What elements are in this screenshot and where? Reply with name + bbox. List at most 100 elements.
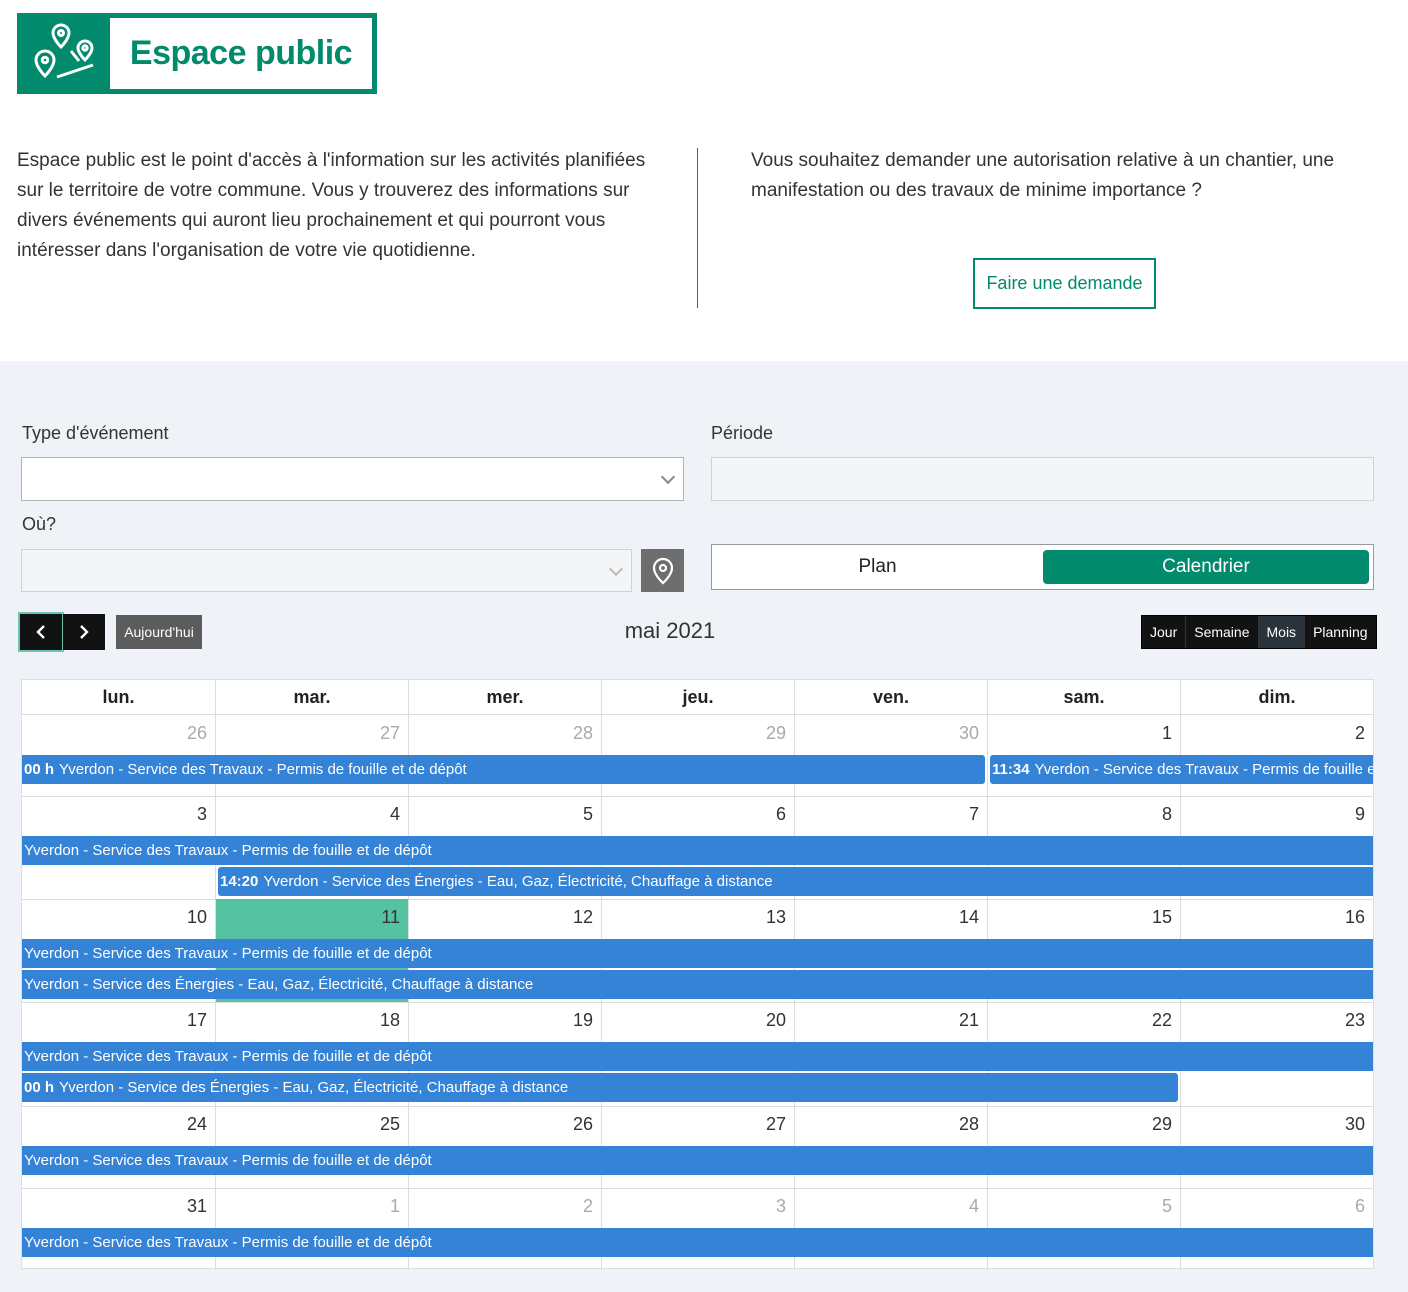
day-number[interactable]: 7 <box>799 804 979 825</box>
day-number[interactable]: 28 <box>799 1114 979 1135</box>
day-number[interactable]: 26 <box>27 723 207 744</box>
event-title: Yverdon - Service des Travaux - Permis d… <box>24 1234 432 1251</box>
event-title: Yverdon - Service des Travaux - Permis d… <box>59 761 467 778</box>
period-field[interactable] <box>711 457 1374 501</box>
weekday-header-cell: sam. <box>987 680 1180 715</box>
view-switcher: Jour Semaine Mois Planning <box>1141 615 1377 649</box>
day-number[interactable]: 19 <box>413 1010 593 1031</box>
tab-plan[interactable]: Plan <box>712 545 1043 589</box>
day-number[interactable]: 20 <box>606 1010 786 1031</box>
calendar-event[interactable]: Yverdon - Service des Travaux - Permis d… <box>22 939 1373 968</box>
calendar-event[interactable]: Yverdon - Service des Travaux - Permis d… <box>22 1042 1373 1071</box>
weekday-header-cell: ven. <box>794 680 987 715</box>
event-title: Yverdon - Service des Travaux - Permis d… <box>24 1048 432 1065</box>
event-type-label: Type d'événement <box>22 423 169 443</box>
prev-month-button[interactable] <box>18 612 64 652</box>
where-select[interactable] <box>21 549 632 592</box>
event-title: Yverdon - Service des Énergies - Eau, Ga… <box>59 1079 569 1096</box>
day-number[interactable]: 1 <box>992 723 1172 744</box>
day-number[interactable]: 24 <box>27 1114 207 1135</box>
day-number[interactable]: 27 <box>606 1114 786 1135</box>
day-number[interactable]: 22 <box>992 1010 1172 1031</box>
event-time: 00 h <box>24 1079 55 1096</box>
day-number[interactable]: 25 <box>220 1114 400 1135</box>
logo-title-box: Espace public <box>110 18 372 89</box>
event-type-select[interactable] <box>21 457 684 501</box>
view-planning-button[interactable]: Planning <box>1304 616 1376 648</box>
location-pin-icon <box>652 557 673 584</box>
event-title: Yverdon - Service des Travaux - Permis d… <box>24 945 432 962</box>
calendar-event[interactable]: Yverdon - Service des Travaux - Permis d… <box>22 1146 1373 1175</box>
day-number[interactable]: 5 <box>992 1196 1172 1217</box>
day-number[interactable]: 30 <box>1185 1114 1365 1135</box>
request-prompt: Vous souhaitez demander une autorisation… <box>751 150 1335 201</box>
weekday-header-cell: mar. <box>215 680 408 715</box>
day-number[interactable]: 29 <box>992 1114 1172 1135</box>
day-number[interactable]: 5 <box>413 804 593 825</box>
day-number[interactable]: 21 <box>799 1010 979 1031</box>
chevron-left-icon <box>36 625 45 639</box>
calendar-event[interactable]: 14:20 Yverdon - Service des Énergies - Ea… <box>218 867 1373 896</box>
day-number[interactable]: 4 <box>220 804 400 825</box>
day-number[interactable]: 12 <box>413 907 593 928</box>
day-number[interactable]: 26 <box>413 1114 593 1135</box>
location-button[interactable] <box>641 549 684 592</box>
calendar-event[interactable]: 11:34 Yverdon - Service des Travaux - Per… <box>990 755 1373 784</box>
day-number[interactable]: 18 <box>220 1010 400 1031</box>
next-month-button[interactable] <box>63 614 105 650</box>
event-title: Yverdon - Service des Énergies - Eau, Ga… <box>24 976 534 993</box>
day-number[interactable]: 27 <box>220 723 400 744</box>
day-number[interactable]: 3 <box>27 804 207 825</box>
calendar-event[interactable]: 00 h Yverdon - Service des Énergies - Eau… <box>22 1073 1178 1102</box>
today-button[interactable]: Aujourd'hui <box>116 615 202 649</box>
day-number[interactable]: 2 <box>413 1196 593 1217</box>
calendar-event[interactable]: 00 h Yverdon - Service des Travaux - Perm… <box>22 755 985 784</box>
day-number[interactable]: 16 <box>1185 907 1365 928</box>
grid-line <box>22 1002 1373 1003</box>
intro-divider <box>697 148 698 308</box>
site-logo[interactable]: Espace public <box>17 13 377 94</box>
event-time: 14:20 <box>220 873 259 890</box>
day-number[interactable]: 30 <box>799 723 979 744</box>
weekday-header-cell: lun. <box>102 687 135 707</box>
event-title: Yverdon - Service des Énergies - Eau, Ga… <box>263 873 773 890</box>
day-number[interactable]: 11 <box>220 907 400 928</box>
event-time: 11:34 <box>992 761 1030 778</box>
day-number[interactable]: 14 <box>799 907 979 928</box>
event-time: 00 h <box>24 761 55 778</box>
calendar-event[interactable]: Yverdon - Service des Énergies - Eau, Ga… <box>22 970 1373 999</box>
day-number[interactable]: 29 <box>606 723 786 744</box>
weekday-header-cell: jeu. <box>601 680 794 715</box>
event-title: Yverdon - Service des Travaux - Permis d… <box>24 842 432 859</box>
day-number[interactable]: 13 <box>606 907 786 928</box>
event-title: Yverdon - Service des Travaux - Permis d… <box>24 1152 432 1169</box>
weekday-header-cell: mer. <box>408 680 601 715</box>
chevron-down-icon <box>660 469 676 485</box>
day-number[interactable]: 17 <box>27 1010 207 1031</box>
day-number[interactable]: 10 <box>27 907 207 928</box>
day-number[interactable]: 31 <box>27 1196 207 1217</box>
intro-description: Espace public est le point d'accès à l'i… <box>17 150 646 261</box>
day-number[interactable]: 6 <box>1185 1196 1365 1217</box>
day-number[interactable]: 8 <box>992 804 1172 825</box>
request-button[interactable]: Faire une demande <box>973 258 1156 309</box>
calendar-event[interactable]: Yverdon - Service des Travaux - Permis d… <box>22 836 1373 865</box>
weekday-header: lun. mar. mer. jeu. ven. sam. dim. <box>22 680 1373 715</box>
day-number[interactable]: 28 <box>413 723 593 744</box>
day-number[interactable]: 6 <box>606 804 786 825</box>
view-day-button[interactable]: Jour <box>1142 616 1186 648</box>
map-pins-icon <box>34 23 94 79</box>
view-week-button[interactable]: Semaine <box>1185 616 1258 648</box>
day-number[interactable]: 2 <box>1185 723 1365 744</box>
day-number[interactable]: 9 <box>1185 804 1365 825</box>
day-number[interactable]: 3 <box>606 1196 786 1217</box>
view-month-button[interactable]: Mois <box>1257 616 1305 648</box>
day-number[interactable]: 4 <box>799 1196 979 1217</box>
day-number[interactable]: 1 <box>220 1196 400 1217</box>
event-title: Yverdon - Service des Travaux - Permis d… <box>1034 761 1373 778</box>
where-label: Où? <box>22 514 57 534</box>
calendar-event[interactable]: Yverdon - Service des Travaux - Permis d… <box>22 1228 1373 1257</box>
day-number[interactable]: 15 <box>992 907 1172 928</box>
day-number[interactable]: 23 <box>1185 1010 1365 1031</box>
tab-calendar[interactable]: Calendrier <box>1043 550 1369 584</box>
